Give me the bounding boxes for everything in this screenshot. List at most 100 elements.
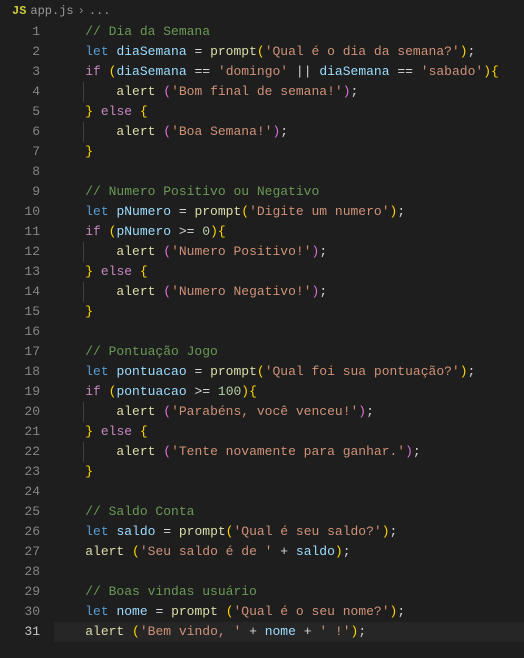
code-line[interactable]: let nome = prompt ('Qual é o seu nome?')… [54, 602, 524, 622]
token-cm: // Pontuação Jogo [85, 344, 218, 359]
token-br-y: ( [132, 544, 140, 559]
chevron-right-icon: › [78, 4, 85, 18]
code-line[interactable]: alert ('Numero Negativo!'); [54, 282, 524, 302]
token-br-y: ) [483, 64, 491, 79]
code-line[interactable]: let diaSemana = prompt('Qual é o dia da … [54, 42, 524, 62]
token-br-p: ( [163, 284, 171, 299]
token-st: 'Parabéns, você venceu!' [171, 404, 358, 419]
code-line[interactable]: } else { [54, 262, 524, 282]
token-vr: diaSemana [116, 44, 186, 59]
code-line[interactable]: if (diaSemana == 'domingo' || diaSemana … [54, 62, 524, 82]
token-br-y: } [85, 464, 93, 479]
token-op [101, 224, 109, 239]
token-br-p: ) [343, 84, 351, 99]
code-line[interactable]: let saldo = prompt('Qual é seu saldo?'); [54, 522, 524, 542]
line-number: 28 [0, 562, 40, 582]
token-op [124, 544, 132, 559]
code-line[interactable]: alert ('Bom final de semana!'); [54, 82, 524, 102]
token-vr: diaSemana [319, 64, 389, 79]
code-line[interactable] [54, 482, 524, 502]
token-br-y: } [85, 264, 93, 279]
token-op: ; [343, 544, 351, 559]
breadcrumb-filename[interactable]: app.js [30, 4, 73, 18]
line-number: 25 [0, 502, 40, 522]
token-op [93, 104, 101, 119]
line-number: 12 [0, 242, 40, 262]
token-br-y: { [218, 224, 226, 239]
token-op: = [155, 524, 178, 539]
token-fn: alert [85, 624, 124, 639]
code-line[interactable]: alert ('Bem vindo, ' + nome + ' !'); [54, 622, 524, 642]
token-vr: nome [265, 624, 296, 639]
token-op [101, 384, 109, 399]
code-line[interactable]: alert ('Numero Positivo!'); [54, 242, 524, 262]
token-cm: // Dia da Semana [85, 24, 210, 39]
token-vr: pontuacao [116, 364, 186, 379]
token-vr: saldo [296, 544, 335, 559]
token-op [218, 604, 226, 619]
token-fn: alert [116, 84, 155, 99]
token-fn: prompt [171, 604, 218, 619]
token-br-y: { [140, 104, 148, 119]
token-nm: 0 [202, 224, 210, 239]
token-cf: else [101, 424, 132, 439]
code-line[interactable]: if (pNumero >= 0){ [54, 222, 524, 242]
code-line[interactable]: } else { [54, 102, 524, 122]
token-op: ; [413, 444, 421, 459]
breadcrumb-ellipsis[interactable]: ... [89, 4, 111, 18]
breadcrumb[interactable]: JS app.js › ... [0, 0, 524, 22]
code-line[interactable]: // Saldo Conta [54, 502, 524, 522]
line-number: 8 [0, 162, 40, 182]
line-number: 29 [0, 582, 40, 602]
code-editor[interactable]: 1234567891011121314151617181920212223242… [0, 22, 524, 642]
token-br-y: { [491, 64, 499, 79]
token-br-y: ( [226, 604, 234, 619]
line-number: 30 [0, 602, 40, 622]
token-cf: else [101, 264, 132, 279]
token-op: ; [397, 604, 405, 619]
token-op: >= [171, 224, 202, 239]
token-st: 'Seu saldo é de ' [140, 544, 273, 559]
code-line[interactable]: } else { [54, 422, 524, 442]
token-op: ; [319, 244, 327, 259]
token-kw: let [85, 364, 108, 379]
code-line[interactable]: // Numero Positivo ou Negativo [54, 182, 524, 202]
token-op: ; [390, 524, 398, 539]
token-op: == [390, 64, 421, 79]
code-line[interactable]: alert ('Tente novamente para ganhar.'); [54, 442, 524, 462]
code-line[interactable]: alert ('Boa Semana!'); [54, 122, 524, 142]
code-line[interactable]: // Pontuação Jogo [54, 342, 524, 362]
code-line[interactable]: // Dia da Semana [54, 22, 524, 42]
code-line[interactable] [54, 162, 524, 182]
token-op: = [171, 204, 194, 219]
token-op: = [187, 44, 210, 59]
code-line[interactable]: alert ('Seu saldo é de ' + saldo); [54, 542, 524, 562]
line-number: 20 [0, 402, 40, 422]
token-br-y: ( [132, 624, 140, 639]
token-fn: alert [116, 404, 155, 419]
code-line[interactable]: } [54, 302, 524, 322]
token-op: ; [468, 44, 476, 59]
token-br-y: ) [460, 364, 468, 379]
line-number: 6 [0, 122, 40, 142]
token-fn: prompt [210, 364, 257, 379]
code-line[interactable]: } [54, 462, 524, 482]
line-number: 23 [0, 462, 40, 482]
line-number: 17 [0, 342, 40, 362]
line-number: 14 [0, 282, 40, 302]
code-line[interactable]: // Boas vindas usuário [54, 582, 524, 602]
code-line[interactable]: if (pontuacao >= 100){ [54, 382, 524, 402]
code-line[interactable] [54, 322, 524, 342]
token-br-p: ( [163, 84, 171, 99]
line-number: 11 [0, 222, 40, 242]
code-line[interactable]: let pNumero = prompt('Digite um numero')… [54, 202, 524, 222]
code-line[interactable] [54, 562, 524, 582]
code-area[interactable]: // Dia da Semana let diaSemana = prompt(… [54, 22, 524, 642]
token-fn: alert [85, 544, 124, 559]
code-line[interactable]: let pontuacao = prompt('Qual foi sua pon… [54, 362, 524, 382]
token-br-y: } [85, 104, 93, 119]
code-line[interactable]: alert ('Parabéns, você venceu!'); [54, 402, 524, 422]
line-number: 10 [0, 202, 40, 222]
code-line[interactable]: } [54, 142, 524, 162]
line-number: 5 [0, 102, 40, 122]
